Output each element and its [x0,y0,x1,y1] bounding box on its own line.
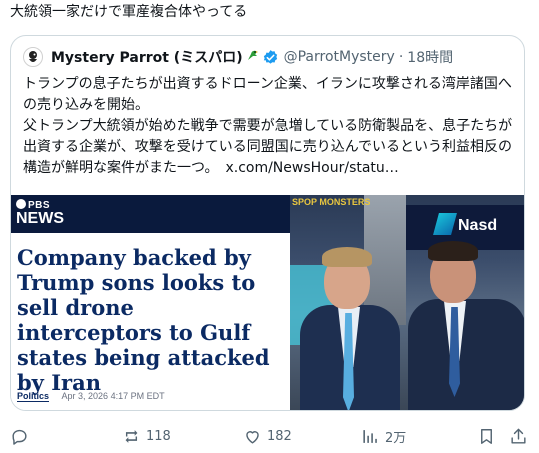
share-button[interactable] [509,425,528,447]
person-right-hair [428,241,478,261]
quoted-post-header: Mystery Parrot (ミスパロ) @ParrotMystery · 1… [23,46,453,68]
repost-button[interactable]: 118 [122,425,171,447]
photo-sign-text: Nasd [458,217,498,234]
pbs-circle-icon [16,199,26,209]
parrot-emoji-icon [245,48,259,66]
views-button[interactable]: 2万 [361,425,406,447]
news-category: Politics [17,391,50,402]
news-headline: Company backed by Trump sons looks to se… [17,245,270,395]
media-image[interactable]: PBS NEWS Company backed by Trump sons lo… [11,195,524,410]
quoted-post-body: トランプの息子たちが出資するドローン企業、イランに攻撃される湾岸諸国への売り込み… [23,74,518,179]
views-count: 2万 [385,430,407,446]
like-icon [246,430,259,444]
parrot-avatar-icon[interactable] [23,47,43,67]
like-count: 182 [267,428,292,444]
bookmark-button[interactable] [477,425,496,447]
share-icon [511,428,526,444]
action-bar: 118 182 2万 [0,422,539,450]
quoted-link[interactable]: x.com/NewsHour/statu… [225,160,398,176]
repost-icon [125,429,138,443]
photo-sign-top-text: SPOP MONSTERS [292,197,371,207]
repost-count: 118 [146,428,171,444]
post-text: 大統領一家だけで軍産複合体やってる [10,4,248,20]
pbs-news-banner: PBS NEWS [11,195,290,233]
reply-icon [12,429,27,445]
bookmark-icon [481,428,492,444]
views-icon [363,429,377,443]
quoted-post-card[interactable]: Mystery Parrot (ミスパロ) @ParrotMystery · 1… [10,35,525,411]
news-wordmark: NEWS [16,210,64,227]
body-paragraph-2: 父トランプ大統領が始めた戦争で需要が急増している防衛製品を、息子たちが出資する企… [23,116,518,179]
verified-badge-icon [263,49,277,64]
news-date: Apr 3, 2026 4:17 PM EDT [61,391,165,401]
news-meta: Politics Apr 3, 2026 4:17 PM EDT [17,391,165,402]
author-name[interactable]: Mystery Parrot (ミスパロ) [51,47,243,67]
person-left-hair [322,247,372,267]
news-screenshot: PBS NEWS Company backed by Trump sons lo… [11,195,290,410]
author-handle[interactable]: @ParrotMystery [284,49,395,65]
separator-dot: · [398,49,404,65]
reply-button[interactable] [10,425,29,447]
news-photo: Nasd SPOP MONSTERS [290,195,524,410]
body-paragraph-1: トランプの息子たちが出資するドローン企業、イランに攻撃される湾岸諸国への売り込み… [23,76,512,113]
like-button[interactable]: 182 [243,425,292,447]
person-right-body [408,299,524,410]
post-time[interactable]: 18時間 [407,47,453,67]
